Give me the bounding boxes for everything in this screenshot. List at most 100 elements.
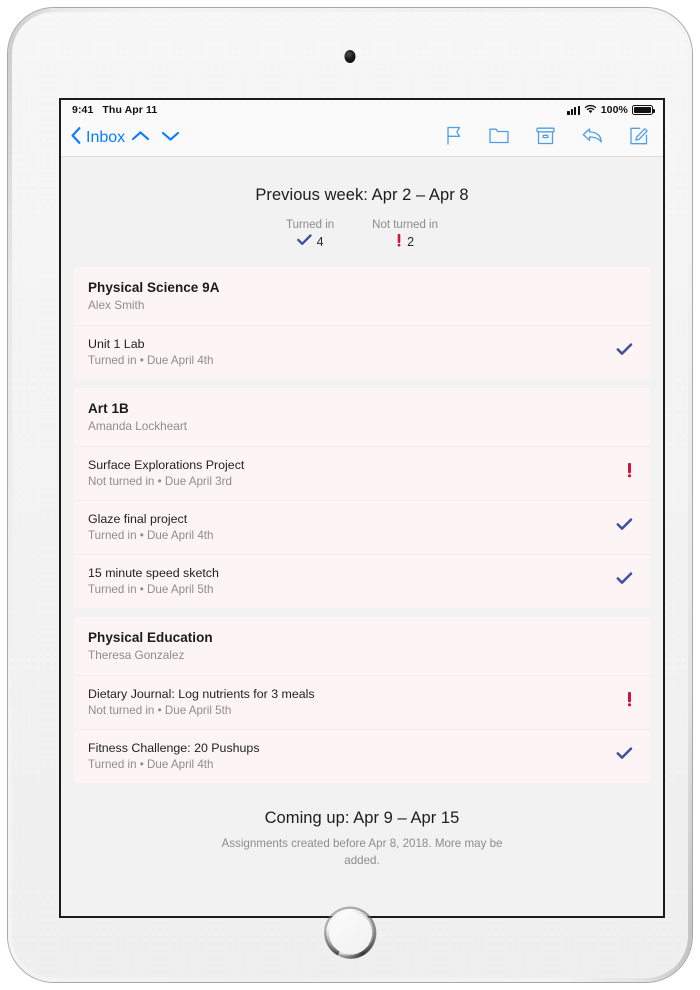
stat-not-turned-in-count: 2 bbox=[407, 235, 415, 249]
assignment-meta: Not turned in • Due April 5th bbox=[88, 704, 232, 717]
week-summary-stats: Turned in 4 Not turned in 2 bbox=[61, 219, 663, 250]
archive-button[interactable] bbox=[536, 127, 555, 150]
assignment-text: Dietary Journal: Log nutrients for 3 mea… bbox=[88, 687, 315, 717]
home-button[interactable] bbox=[326, 909, 374, 956]
assignment-text: Unit 1 Lab Turned in • Due April 4th bbox=[88, 337, 213, 367]
week-summary: Previous week: Apr 2 – Apr 8 Turned in 4… bbox=[61, 157, 663, 267]
assignment-meta: Turned in • Due April 5th bbox=[88, 583, 214, 596]
assignment-row[interactable]: Dietary Journal: Log nutrients for 3 mea… bbox=[74, 675, 650, 729]
stat-not-turned-in-value-group: 2 bbox=[372, 233, 438, 250]
class-card-header: Art 1B Amanda Lockheart bbox=[74, 388, 650, 446]
assignment-name: 15 minute speed sketch bbox=[88, 566, 219, 580]
tablet-device-frame: 9:41 Thu Apr 11 100% Inbox Previous week… bbox=[8, 8, 692, 982]
front-camera-icon bbox=[344, 50, 356, 63]
assignment-text: 15 minute speed sketch Turned in • Due A… bbox=[88, 566, 219, 596]
status-bar-left: 9:41 Thu Apr 11 bbox=[72, 104, 157, 116]
assignment-name: Unit 1 Lab bbox=[88, 337, 145, 351]
assignment-name: Dietary Journal: Log nutrients for 3 mea… bbox=[88, 687, 315, 701]
assignment-name: Glaze final project bbox=[88, 512, 188, 526]
stat-not-turned-in: Not turned in 2 bbox=[372, 219, 438, 250]
back-button-label: Inbox bbox=[86, 129, 126, 146]
status-badge bbox=[616, 462, 633, 483]
coming-up-title: Coming up: Apr 9 – Apr 15 bbox=[264, 809, 460, 827]
class-card: Physical Science 9A Alex Smith Unit 1 La… bbox=[74, 267, 650, 379]
assignment-name: Fitness Challenge: 20 Pushups bbox=[88, 741, 260, 755]
stat-turned-in-value-group: 4 bbox=[286, 234, 334, 249]
compose-button[interactable] bbox=[630, 126, 649, 150]
stat-not-turned-in-label: Not turned in bbox=[372, 219, 438, 231]
mail-toolbar: Inbox bbox=[61, 120, 663, 157]
next-message-button[interactable] bbox=[155, 125, 185, 151]
compose-pencil-icon bbox=[630, 126, 649, 150]
assignment-meta: Not turned in • Due April 3rd bbox=[88, 475, 232, 488]
week-summary-title: Previous week: Apr 2 – Apr 8 bbox=[255, 186, 469, 204]
exclamation-icon bbox=[626, 462, 633, 482]
assignment-row[interactable]: Glaze final project Turned in • Due Apri… bbox=[74, 500, 650, 554]
exclamation-icon bbox=[626, 691, 633, 711]
folder-icon bbox=[489, 127, 509, 149]
coming-up-note: Assignments created before Apr 8, 2018. … bbox=[221, 837, 503, 867]
class-card: Art 1B Amanda Lockheart Surface Explorat… bbox=[74, 388, 650, 608]
assignment-row[interactable]: Surface Explorations Project Not turned … bbox=[74, 446, 650, 500]
class-name: Physical Education bbox=[88, 630, 213, 645]
status-time: 9:41 bbox=[72, 104, 94, 116]
cellular-signal-icon bbox=[567, 105, 580, 115]
tablet-screen: 9:41 Thu Apr 11 100% Inbox Previous week… bbox=[59, 98, 665, 918]
checkmark-icon bbox=[616, 518, 633, 535]
stat-turned-in-label: Turned in bbox=[285, 219, 335, 231]
toolbar-left-group: Inbox bbox=[71, 125, 185, 151]
status-badge bbox=[606, 343, 633, 361]
battery-percent-label: 100% bbox=[600, 104, 628, 116]
chevron-down-icon bbox=[161, 129, 180, 147]
assignment-text: Glaze final project Turned in • Due Apri… bbox=[88, 512, 213, 542]
status-badge bbox=[606, 747, 633, 765]
assignment-row[interactable]: Unit 1 Lab Turned in • Due April 4th bbox=[74, 325, 650, 379]
checkmark-icon bbox=[616, 343, 633, 360]
assignment-name: Surface Explorations Project bbox=[88, 458, 245, 472]
checkmark-icon bbox=[296, 234, 312, 249]
archive-box-icon bbox=[536, 127, 555, 150]
status-date: Thu Apr 11 bbox=[102, 104, 158, 116]
class-card: Physical Education Theresa Gonzalez Diet… bbox=[74, 617, 650, 783]
tablet-bezel: 9:41 Thu Apr 11 100% Inbox Previous week… bbox=[12, 12, 688, 978]
class-card-header: Physical Science 9A Alex Smith bbox=[74, 267, 650, 325]
assignment-text: Fitness Challenge: 20 Pushups Turned in … bbox=[88, 741, 260, 771]
status-badge bbox=[616, 691, 633, 712]
class-name: Physical Science 9A bbox=[88, 280, 220, 295]
wifi-icon bbox=[584, 104, 597, 117]
assignment-digest-content: Previous week: Apr 2 – Apr 8 Turned in 4… bbox=[61, 157, 663, 916]
class-teacher: Theresa Gonzalez bbox=[88, 648, 185, 662]
assignment-row[interactable]: Fitness Challenge: 20 Pushups Turned in … bbox=[74, 729, 650, 783]
checkmark-icon bbox=[616, 572, 633, 589]
battery-full-icon bbox=[632, 105, 656, 115]
reply-button[interactable] bbox=[582, 127, 603, 149]
class-name: Art 1B bbox=[88, 401, 129, 416]
flag-icon bbox=[446, 126, 462, 150]
chevron-up-icon bbox=[131, 129, 150, 147]
stat-turned-in-count: 4 bbox=[316, 234, 324, 249]
assignment-meta: Turned in • Due April 4th bbox=[88, 758, 214, 771]
class-card-list: Physical Science 9A Alex Smith Unit 1 La… bbox=[61, 267, 663, 783]
stat-turned-in: Turned in 4 bbox=[286, 219, 334, 250]
class-teacher: Amanda Lockheart bbox=[88, 419, 188, 433]
move-to-folder-button[interactable] bbox=[489, 127, 509, 149]
assignment-meta: Turned in • Due April 4th bbox=[88, 529, 214, 542]
status-badge bbox=[606, 572, 633, 590]
flag-button[interactable] bbox=[446, 126, 462, 150]
checkmark-icon bbox=[616, 747, 633, 764]
chevron-left-icon bbox=[71, 127, 81, 149]
assignment-row[interactable]: 15 minute speed sketch Turned in • Due A… bbox=[74, 554, 650, 608]
assignment-meta: Turned in • Due April 4th bbox=[88, 354, 214, 367]
reply-arrow-icon bbox=[582, 127, 603, 149]
status-bar: 9:41 Thu Apr 11 100% bbox=[61, 100, 663, 120]
toolbar-right-group bbox=[446, 126, 649, 150]
back-to-inbox-button[interactable]: Inbox bbox=[71, 127, 125, 149]
class-teacher: Alex Smith bbox=[88, 298, 145, 312]
status-badge bbox=[606, 518, 633, 536]
previous-message-button[interactable] bbox=[125, 125, 155, 151]
exclamation-icon bbox=[396, 233, 402, 250]
coming-up-footer: Coming up: Apr 9 – Apr 15 Assignments cr… bbox=[61, 792, 663, 870]
assignment-text: Surface Explorations Project Not turned … bbox=[88, 458, 244, 488]
status-bar-right: 100% bbox=[567, 104, 656, 117]
class-card-header: Physical Education Theresa Gonzalez bbox=[74, 617, 650, 675]
